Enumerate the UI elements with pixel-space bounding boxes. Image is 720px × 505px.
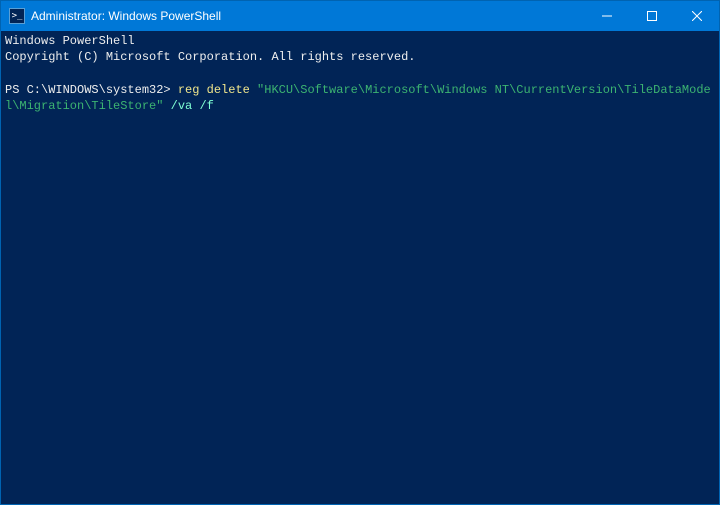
command-keyword: reg delete bbox=[178, 83, 257, 97]
close-button[interactable] bbox=[674, 1, 719, 31]
blank-line bbox=[5, 65, 715, 81]
prompt-text: PS C:\WINDOWS\system32> bbox=[5, 83, 178, 97]
minimize-button[interactable] bbox=[584, 1, 629, 31]
powershell-icon-glyph: >_ bbox=[12, 11, 23, 21]
terminal-area[interactable]: Windows PowerShellCopyright (C) Microsof… bbox=[1, 31, 719, 504]
window-title: Administrator: Windows PowerShell bbox=[31, 9, 584, 23]
titlebar[interactable]: >_ Administrator: Windows PowerShell bbox=[1, 1, 719, 31]
banner-line: Windows PowerShell bbox=[5, 33, 715, 49]
command-flags: /va /f bbox=[163, 99, 213, 113]
close-icon bbox=[692, 11, 702, 21]
command-line: PS C:\WINDOWS\system32> reg delete "HKCU… bbox=[5, 82, 715, 114]
copyright-line: Copyright (C) Microsoft Corporation. All… bbox=[5, 49, 715, 65]
maximize-icon bbox=[647, 11, 657, 21]
window-controls bbox=[584, 1, 719, 31]
powershell-window: >_ Administrator: Windows PowerShell Win… bbox=[0, 0, 720, 505]
powershell-icon: >_ bbox=[9, 8, 25, 24]
minimize-icon bbox=[602, 11, 612, 21]
maximize-button[interactable] bbox=[629, 1, 674, 31]
